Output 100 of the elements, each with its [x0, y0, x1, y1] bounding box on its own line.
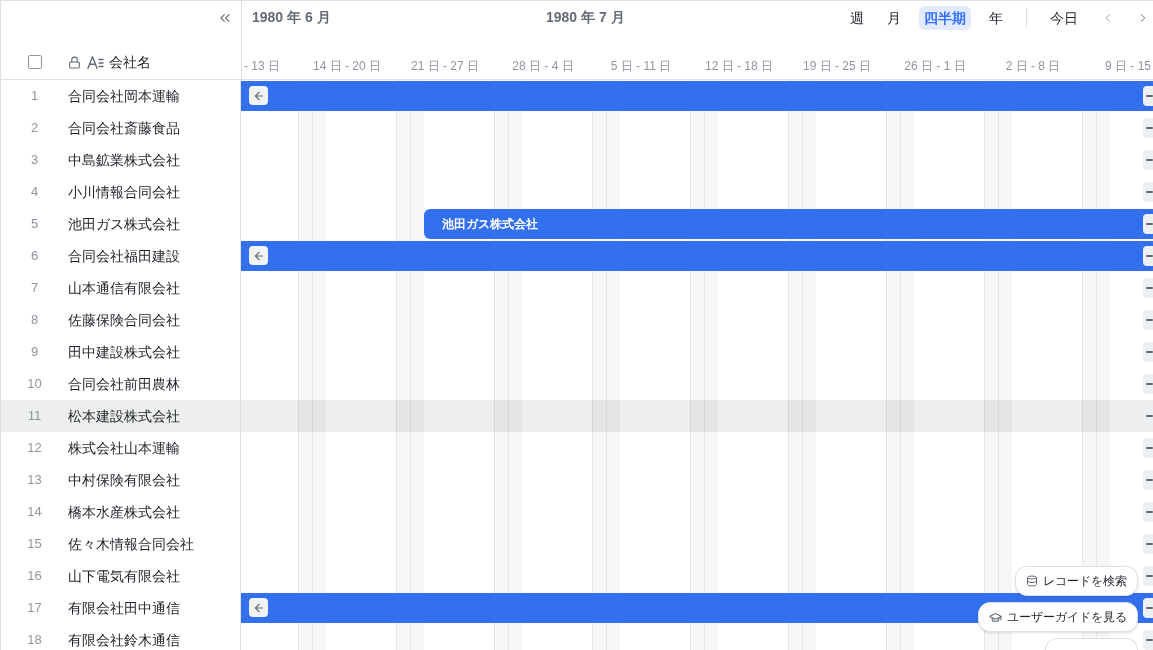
company-name: 小川情報合同会社 [68, 184, 180, 200]
dash-icon [1146, 351, 1153, 353]
row-number: 10 [27, 376, 42, 392]
row-number: 15 [27, 536, 42, 552]
graduation-cap-icon [989, 610, 1002, 624]
edge-tab-button[interactable] [1143, 86, 1153, 106]
company-name: 佐々木情報合同会社 [68, 536, 194, 552]
company-name: 合同会社前田農林 [68, 376, 180, 392]
week-label: 26 日 - 1 日 [904, 58, 966, 74]
company-name: 田中建設株式会社 [68, 344, 180, 360]
dash-icon [1146, 479, 1153, 481]
row-number: 6 [30, 248, 39, 264]
row-number: 11 [27, 408, 42, 424]
company-name: 有限会社鈴木通信 [68, 632, 180, 648]
view-tab[interactable]: 年 [984, 6, 1008, 30]
company-name: 合同会社岡本運輸 [68, 88, 180, 104]
company-name: 有限会社田中通信 [68, 600, 180, 616]
edge-tab-button[interactable] [1143, 118, 1153, 138]
dash-icon [1146, 607, 1153, 609]
edge-tab-button[interactable] [1143, 470, 1153, 490]
week-label: 12 日 - 18 日 [705, 58, 773, 74]
company-name: 山本通信有限会社 [68, 280, 180, 296]
dash-icon [1146, 159, 1153, 161]
row-number: 12 [27, 440, 42, 456]
week-label: 28 日 - 4 日 [512, 58, 574, 74]
month-label: 1980 年 6 月 [252, 9, 331, 25]
company-name: 合同会社斎藤食品 [68, 120, 180, 136]
dash-icon [1146, 223, 1153, 225]
arrow-left-icon [252, 89, 265, 102]
dash-icon [1146, 511, 1153, 513]
company-name: 池田ガス株式会社 [68, 216, 180, 232]
edge-tab-button[interactable] [1143, 534, 1153, 554]
arrow-left-icon [252, 601, 265, 614]
view-tab[interactable]: 四半期 [919, 6, 971, 30]
edge-tab-button[interactable] [1143, 150, 1153, 170]
company-name: 山下電気有限会社 [68, 568, 180, 584]
edge-tab-button[interactable] [1143, 566, 1153, 586]
scroll-to-start-button[interactable] [249, 598, 268, 617]
view-tab[interactable]: 週 [845, 6, 869, 30]
dash-icon [1146, 255, 1153, 257]
row-number: 3 [30, 152, 39, 168]
dash-icon [1146, 543, 1153, 545]
edge-tab-button[interactable] [1143, 374, 1153, 394]
week-label: 21 日 - 27 日 [411, 58, 479, 74]
column-title[interactable]: 会社名 [109, 54, 151, 70]
database-icon [1026, 575, 1038, 587]
edge-tab-button[interactable] [1143, 182, 1153, 202]
company-name: 中島鉱業株式会社 [68, 152, 180, 168]
week-label: 9 日 - 15 [1104, 58, 1151, 74]
row-number: 14 [27, 504, 42, 520]
edge-tab-button[interactable] [1143, 630, 1153, 650]
week-label: 14 日 - 20 日 [313, 58, 381, 74]
row-number: 5 [30, 216, 39, 232]
edge-tab-button[interactable] [1143, 598, 1153, 618]
row-number: 16 [27, 568, 42, 584]
row-number: 1 [30, 88, 39, 104]
edge-tab-button[interactable] [1143, 246, 1153, 266]
edge-tab-button[interactable] [1143, 310, 1153, 330]
week-label: - 13 日 [244, 58, 280, 74]
week-label: 2 日 - 8 日 [1005, 58, 1061, 74]
edge-tab-button[interactable] [1143, 438, 1153, 458]
dash-icon [1146, 191, 1153, 193]
arrow-left-icon [252, 249, 265, 262]
month-label: 1980 年 7 月 [546, 9, 625, 25]
edge-tab-button[interactable] [1143, 342, 1153, 362]
week-label: 19 日 - 25 日 [803, 58, 871, 74]
company-name: 合同会社福田建設 [68, 248, 180, 264]
dash-icon [1146, 575, 1153, 577]
select-all-checkbox[interactable] [27, 55, 42, 69]
company-name: 松本建設株式会社 [68, 408, 180, 424]
company-name: 株式会社山本運輸 [68, 440, 180, 456]
dash-icon [1146, 415, 1153, 417]
dash-icon [1146, 639, 1153, 641]
row-number: 2 [30, 120, 39, 136]
dash-icon [1146, 319, 1153, 321]
row-number: 4 [30, 184, 39, 200]
floating-help-menu[interactable]: ユーザーガイドを見る [978, 602, 1138, 632]
view-tab[interactable]: 月 [882, 6, 906, 30]
row-number: 9 [30, 344, 39, 360]
company-name: 橋本水産株式会社 [68, 504, 180, 520]
row-number: 17 [27, 600, 42, 616]
row-number: 18 [27, 632, 42, 648]
dash-icon [1146, 127, 1153, 129]
edge-tab-button[interactable] [1143, 502, 1153, 522]
edge-tab-button[interactable] [1143, 214, 1153, 234]
scroll-to-start-button[interactable] [249, 246, 268, 265]
dash-icon [1146, 287, 1153, 289]
row-number: 7 [30, 280, 39, 296]
highlighted-row[interactable]: 11 松本建設株式会社 [1, 400, 1153, 432]
dash-icon [1146, 95, 1153, 97]
edge-tab-button[interactable] [1143, 278, 1153, 298]
company-name: 中村保険有限会社 [68, 472, 180, 488]
text-field-icon [87, 55, 104, 69]
week-label: 5 日 - 11 日 [610, 58, 672, 74]
today-button[interactable]: 今日 [1045, 6, 1083, 30]
scroll-to-start-button[interactable] [249, 86, 268, 105]
dash-icon [1146, 447, 1153, 449]
floating-help-menu[interactable]: レコードを検索 [1015, 566, 1138, 596]
bar-label: 池田ガス株式会社 [442, 216, 538, 232]
gantt-bar[interactable]: 池田ガス株式会社 [424, 209, 1153, 239]
